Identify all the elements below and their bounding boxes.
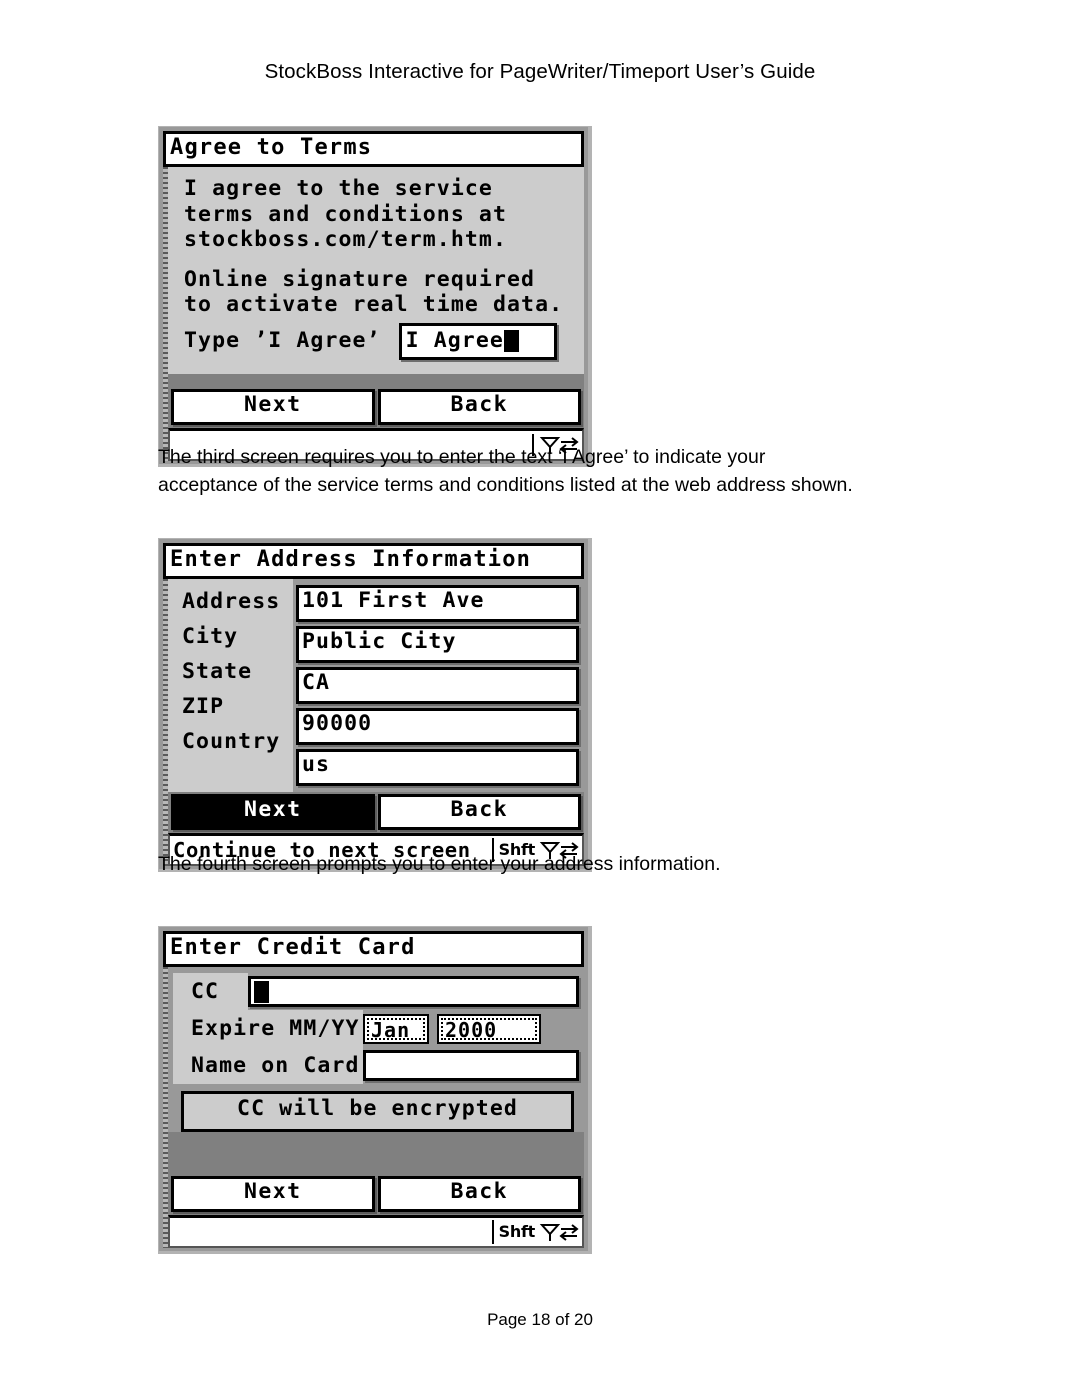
cc-number-label: CC — [191, 979, 220, 1004]
device-screen-agree-to-terms: Agree to Terms I agree to the service te… — [158, 126, 592, 467]
agree-prompt-label: Type ’I Agree’ — [184, 328, 381, 354]
scroll-rail[interactable] — [163, 579, 168, 866]
cc-name-row: Name on Card — [173, 1047, 579, 1084]
scroll-rail[interactable] — [163, 167, 168, 461]
agree-screen-title: Agree to Terms — [163, 131, 584, 167]
agree-input-value: I Agree — [405, 328, 504, 354]
device-screen-enter-credit-card: Enter Credit Card CC Expire MM/YY Jan 20… — [158, 926, 592, 1254]
cc-back-button[interactable]: Back — [377, 1176, 581, 1212]
address-input-address[interactable]: 101 First Ave — [296, 585, 579, 622]
agree-lower-spacer — [168, 373, 584, 387]
address-input-zip[interactable]: 90000 — [296, 708, 579, 745]
agree-body-spacer — [184, 253, 584, 267]
agree-body-line-1: I agree to the service — [184, 176, 493, 201]
paragraph-2-line-1: The fourth screen prompts you to enter y… — [158, 853, 721, 875]
page-header-title: StockBoss Interactive for PageWriter/Tim… — [264, 60, 816, 83]
paragraph-1-line-2: acceptance of the service terms and cond… — [158, 474, 853, 496]
cc-form-pane: CC Expire MM/YY Jan 2000 Name on Card CC… — [168, 967, 584, 1132]
address-screen-title: Enter Address Information — [163, 543, 584, 579]
paragraph-1-line-1: The third screen requires you to enter t… — [158, 446, 766, 468]
cc-row-group: CC Expire MM/YY Jan 2000 Name on Card — [173, 973, 579, 1084]
text-cursor-icon — [503, 330, 519, 352]
cc-expire-row: Expire MM/YY Jan 2000 — [173, 1010, 579, 1047]
address-field-column: 101 First Ave Public City CA 90000 us — [293, 579, 584, 792]
agree-body-line-5: to activate real time data. — [184, 292, 564, 317]
address-label-column: Address City State ZIP Country — [168, 579, 293, 792]
address-input-country[interactable]: us — [296, 749, 579, 786]
cc-expire-year-value: 2000 — [441, 1017, 537, 1040]
cc-status-bar: Shft — [168, 1215, 584, 1248]
text-cursor-icon — [254, 980, 269, 1003]
cc-number-row: CC — [173, 973, 579, 1010]
cc-expire-year-select[interactable]: 2000 — [437, 1013, 541, 1044]
address-form-grid: Address City State ZIP Country 101 First… — [168, 579, 584, 792]
address-next-button[interactable]: Next — [171, 794, 375, 830]
page-number: Page 18 of 20 — [487, 1310, 593, 1329]
address-label-state: State — [182, 659, 253, 684]
cc-number-input[interactable] — [248, 976, 579, 1007]
page-footer: Page 18 of 20 — [0, 1310, 1080, 1330]
address-label-zip: ZIP — [182, 694, 225, 719]
agree-button-bar: Next Back — [168, 386, 584, 428]
agree-next-button[interactable]: Next — [171, 388, 375, 425]
transfer-arrows-icon — [559, 1224, 579, 1241]
antenna-icon — [539, 1224, 561, 1241]
cc-shift-indicator: Shft — [491, 1220, 539, 1244]
agree-screen-body: I agree to the service terms and conditi… — [168, 167, 584, 374]
agree-text-input[interactable]: I Agree — [398, 322, 557, 360]
paragraph-third-screen: The third screen requires you to enter t… — [158, 443, 958, 499]
address-label-city: City — [182, 624, 239, 649]
agree-body-line-4: Online signature required — [184, 266, 536, 292]
cc-next-button[interactable]: Next — [171, 1176, 375, 1212]
agree-prompt-row: Type ’I Agree’ I Agree — [184, 322, 584, 360]
cc-screen-title: Enter Credit Card — [163, 931, 584, 967]
agree-back-button[interactable]: Back — [377, 388, 581, 425]
cc-expire-label: Expire MM/YY — [191, 1016, 360, 1041]
cc-button-bar: Next Back — [168, 1174, 584, 1215]
cc-lower-spacer — [168, 1132, 584, 1174]
cc-name-input[interactable] — [363, 1050, 579, 1081]
cc-expire-month-value: Jan — [367, 1017, 425, 1040]
agree-body-line-2: terms and conditions at — [184, 201, 508, 227]
cc-status-icons — [539, 1221, 582, 1243]
cc-expire-month-select[interactable]: Jan — [363, 1013, 429, 1044]
address-label-address: Address — [182, 589, 281, 614]
address-input-city[interactable]: Public City — [296, 626, 579, 663]
device-screen-enter-address: Enter Address Information Address City S… — [158, 538, 592, 872]
cc-name-label: Name on Card — [191, 1053, 360, 1078]
address-button-bar: Next Back — [168, 792, 584, 833]
address-back-button[interactable]: Back — [377, 794, 581, 830]
address-label-country: Country — [182, 729, 281, 754]
agree-body-line-3: stockboss.com/term.htm. — [184, 227, 508, 252]
cc-encryption-note: CC will be encrypted — [181, 1091, 574, 1132]
page-header: StockBoss Interactive for PageWriter/Tim… — [0, 60, 1080, 84]
address-input-state[interactable]: CA — [296, 667, 579, 704]
paragraph-fourth-screen: The fourth screen prompts you to enter y… — [158, 850, 958, 878]
